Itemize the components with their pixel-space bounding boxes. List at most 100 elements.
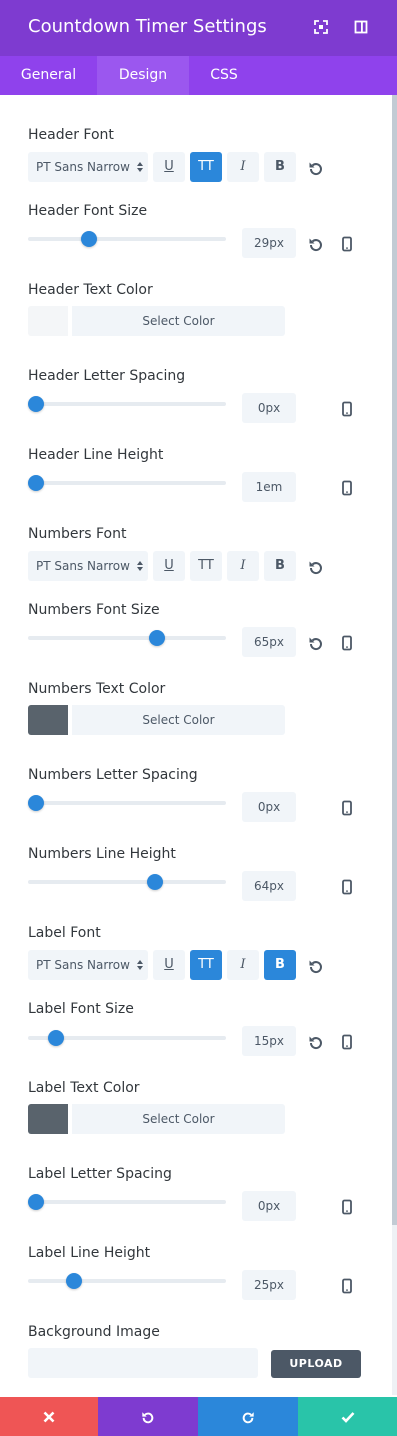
label-line-height-input[interactable]: 25px [242, 1270, 296, 1300]
numbers-letter-spacing-responsive-icon[interactable] [338, 799, 356, 817]
numbers-font-italic-button[interactable]: I [227, 551, 259, 581]
header-font-select[interactable]: PT Sans Narrow [28, 152, 148, 182]
tab-design[interactable]: Design [97, 56, 189, 95]
label-font-size-input[interactable]: 15px [242, 1026, 296, 1056]
label-font-underline-button[interactable]: U [153, 950, 185, 980]
numbers-letter-spacing-label: Numbers Letter Spacing [28, 767, 198, 783]
label-select-color-button[interactable]: Select Color [72, 1104, 285, 1134]
label-font-uppercase-button[interactable]: TT [190, 950, 222, 980]
header-letter-spacing-label: Header Letter Spacing [28, 368, 186, 384]
numbers-font-size-reset-icon[interactable] [307, 634, 325, 652]
header-font-label: Header Font [28, 127, 114, 143]
header-text-color-swatch[interactable] [28, 306, 68, 336]
header-line-height-slider[interactable] [28, 475, 226, 491]
numbers-line-height-responsive-icon[interactable] [338, 878, 356, 896]
label-font-size-slider[interactable] [28, 1030, 226, 1046]
header-select-color-button[interactable]: Select Color [72, 306, 285, 336]
tab-general[interactable]: General [0, 56, 97, 95]
header-font-value: PT Sans Narrow [36, 160, 130, 174]
slider-thumb[interactable] [28, 475, 44, 491]
expand-icon[interactable] [312, 18, 330, 36]
save-button[interactable] [298, 1397, 397, 1436]
header-line-height-input[interactable]: 1em [242, 472, 296, 502]
modal-header: Countdown Timer Settings [0, 0, 397, 56]
slider-thumb[interactable] [28, 396, 44, 412]
label-letter-spacing-input[interactable]: 0px [242, 1191, 296, 1221]
header-font-size-slider[interactable] [28, 231, 226, 247]
numbers-line-height-label: Numbers Line Height [28, 846, 176, 862]
redo-icon [242, 1411, 254, 1423]
numbers-letter-spacing-input[interactable]: 0px [242, 792, 296, 822]
label-line-height-responsive-icon[interactable] [338, 1277, 356, 1295]
header-font-bold-button[interactable]: B [264, 152, 296, 182]
tab-css[interactable]: CSS [189, 56, 259, 95]
label-font-bold-button[interactable]: B [264, 950, 296, 980]
scrollbar-track [392, 1225, 397, 1395]
header-letter-spacing-input[interactable]: 0px [242, 393, 296, 423]
slider-thumb[interactable] [146, 874, 163, 890]
numbers-font-size-label: Numbers Font Size [28, 602, 160, 618]
label-letter-spacing-responsive-icon[interactable] [338, 1198, 356, 1216]
numbers-text-color-label: Numbers Text Color [28, 681, 166, 697]
redo-button[interactable] [198, 1397, 298, 1436]
upload-button[interactable]: UPLOAD [271, 1350, 361, 1378]
select-arrows-icon [137, 561, 143, 571]
numbers-font-bold-button[interactable]: B [264, 551, 296, 581]
header-line-height-responsive-icon[interactable] [338, 479, 356, 497]
header-letter-spacing-responsive-icon[interactable] [338, 400, 356, 418]
numbers-line-height-input[interactable]: 64px [242, 871, 296, 901]
numbers-font-value: PT Sans Narrow [36, 559, 130, 573]
label-line-height-label: Label Line Height [28, 1245, 151, 1261]
numbers-font-select[interactable]: PT Sans Narrow [28, 551, 148, 581]
numbers-font-label: Numbers Font [28, 526, 127, 542]
label-font-value: PT Sans Narrow [36, 958, 130, 972]
header-text-color-label: Header Text Color [28, 282, 153, 298]
numbers-letter-spacing-slider[interactable] [28, 795, 226, 811]
slider-thumb[interactable] [148, 630, 165, 646]
sidebar-toggle-icon[interactable] [352, 18, 370, 36]
numbers-font-underline-button[interactable]: U [153, 551, 185, 581]
label-font-select[interactable]: PT Sans Narrow [28, 950, 148, 980]
numbers-select-color-button[interactable]: Select Color [72, 705, 285, 735]
numbers-font-size-input[interactable]: 65px [242, 627, 296, 657]
slider-thumb[interactable] [65, 1273, 82, 1289]
undo-icon [142, 1411, 154, 1423]
header-font-size-label: Header Font Size [28, 203, 148, 219]
select-arrows-icon [137, 162, 143, 172]
label-line-height-slider[interactable] [28, 1273, 226, 1289]
numbers-line-height-slider[interactable] [28, 874, 226, 890]
label-text-color-swatch[interactable] [28, 1104, 68, 1134]
header-letter-spacing-slider[interactable] [28, 396, 226, 412]
slider-thumb[interactable] [28, 795, 44, 811]
label-letter-spacing-slider[interactable] [28, 1194, 226, 1210]
label-font-size-responsive-icon[interactable] [338, 1033, 356, 1051]
header-font-size-responsive-icon[interactable] [338, 235, 356, 253]
label-text-color-label: Label Text Color [28, 1080, 140, 1096]
label-font-size-reset-icon[interactable] [307, 1033, 325, 1051]
check-icon [341, 1411, 354, 1423]
label-font-size-label: Label Font Size [28, 1001, 134, 1017]
background-image-input[interactable] [28, 1348, 258, 1378]
slider-thumb[interactable] [81, 231, 98, 247]
select-arrows-icon [137, 960, 143, 970]
label-letter-spacing-label: Label Letter Spacing [28, 1166, 172, 1182]
undo-button[interactable] [98, 1397, 198, 1436]
scrollbar[interactable] [392, 95, 397, 1225]
slider-thumb[interactable] [47, 1030, 64, 1046]
slider-thumb[interactable] [28, 1194, 44, 1210]
numbers-font-reset-icon[interactable] [307, 558, 325, 576]
discard-button[interactable] [0, 1397, 98, 1436]
header-font-size-reset-icon[interactable] [307, 235, 325, 253]
numbers-font-size-slider[interactable] [28, 630, 226, 646]
numbers-font-size-responsive-icon[interactable] [338, 634, 356, 652]
header-font-reset-icon[interactable] [307, 159, 325, 177]
numbers-text-color-swatch[interactable] [28, 705, 68, 735]
numbers-font-uppercase-button[interactable]: TT [190, 551, 222, 581]
label-font-reset-icon[interactable] [307, 957, 325, 975]
header-font-underline-button[interactable]: U [153, 152, 185, 182]
header-font-size-input[interactable]: 29px [242, 228, 296, 258]
header-font-italic-button[interactable]: I [227, 152, 259, 182]
modal-title: Countdown Timer Settings [28, 16, 267, 37]
label-font-italic-button[interactable]: I [227, 950, 259, 980]
header-font-uppercase-button[interactable]: TT [190, 152, 222, 182]
